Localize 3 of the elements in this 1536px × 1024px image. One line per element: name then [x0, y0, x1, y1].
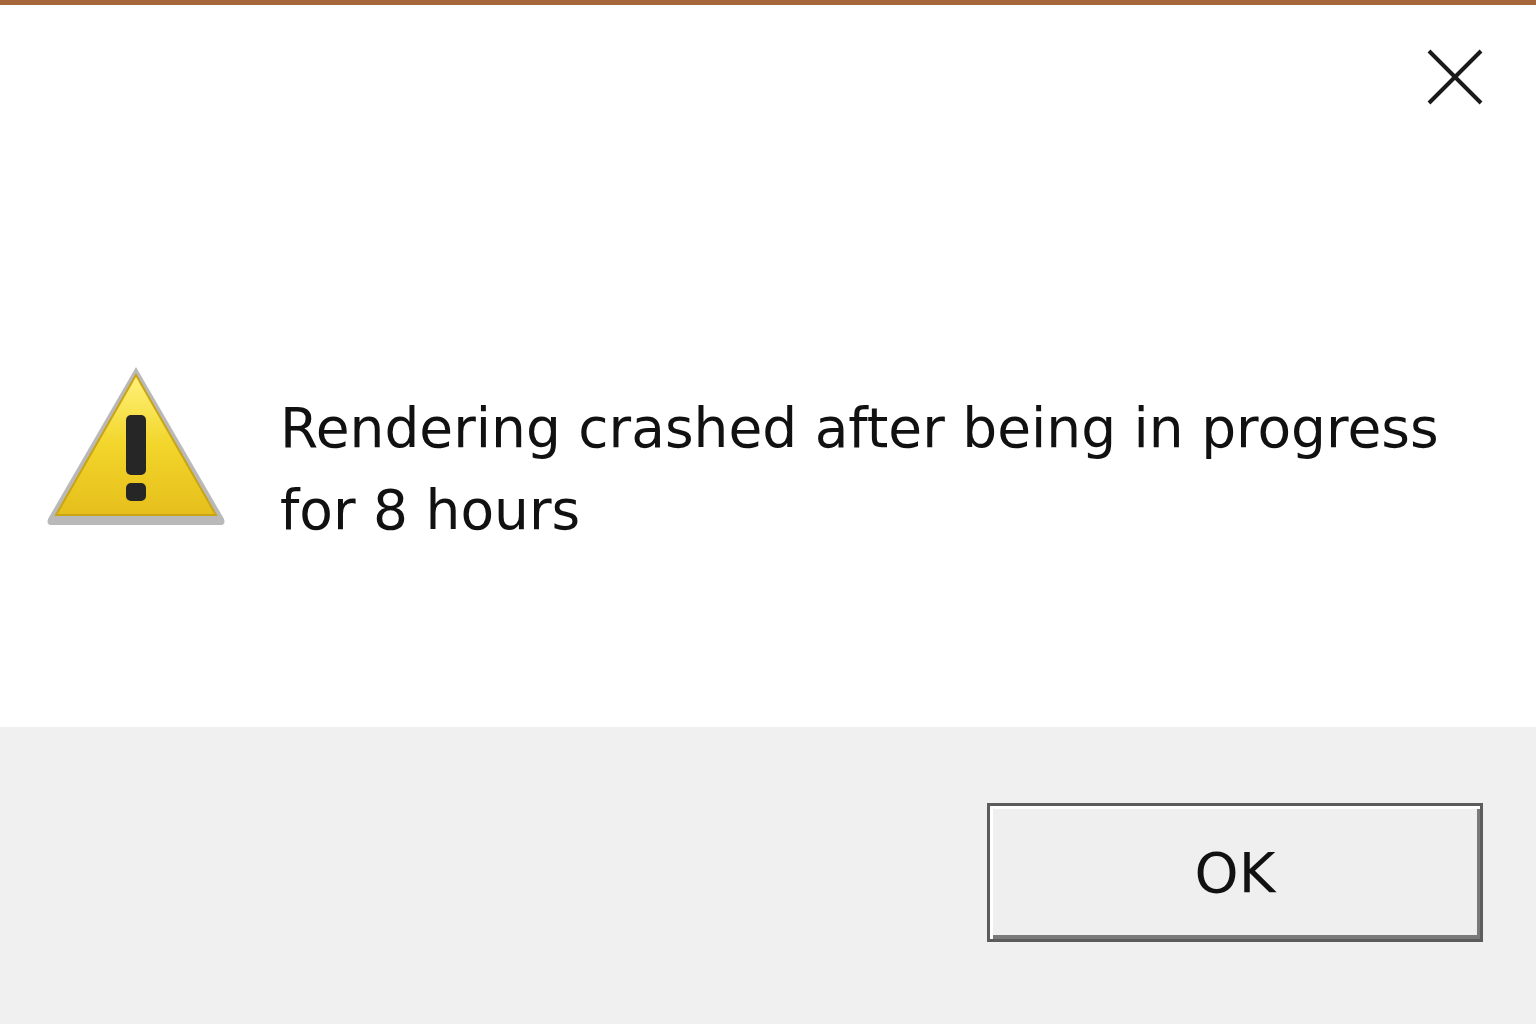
close-icon [1427, 49, 1483, 105]
ok-button[interactable]: OK [987, 803, 1483, 942]
error-message: Rendering crashed after being in progress for 8 hours [280, 395, 1440, 544]
